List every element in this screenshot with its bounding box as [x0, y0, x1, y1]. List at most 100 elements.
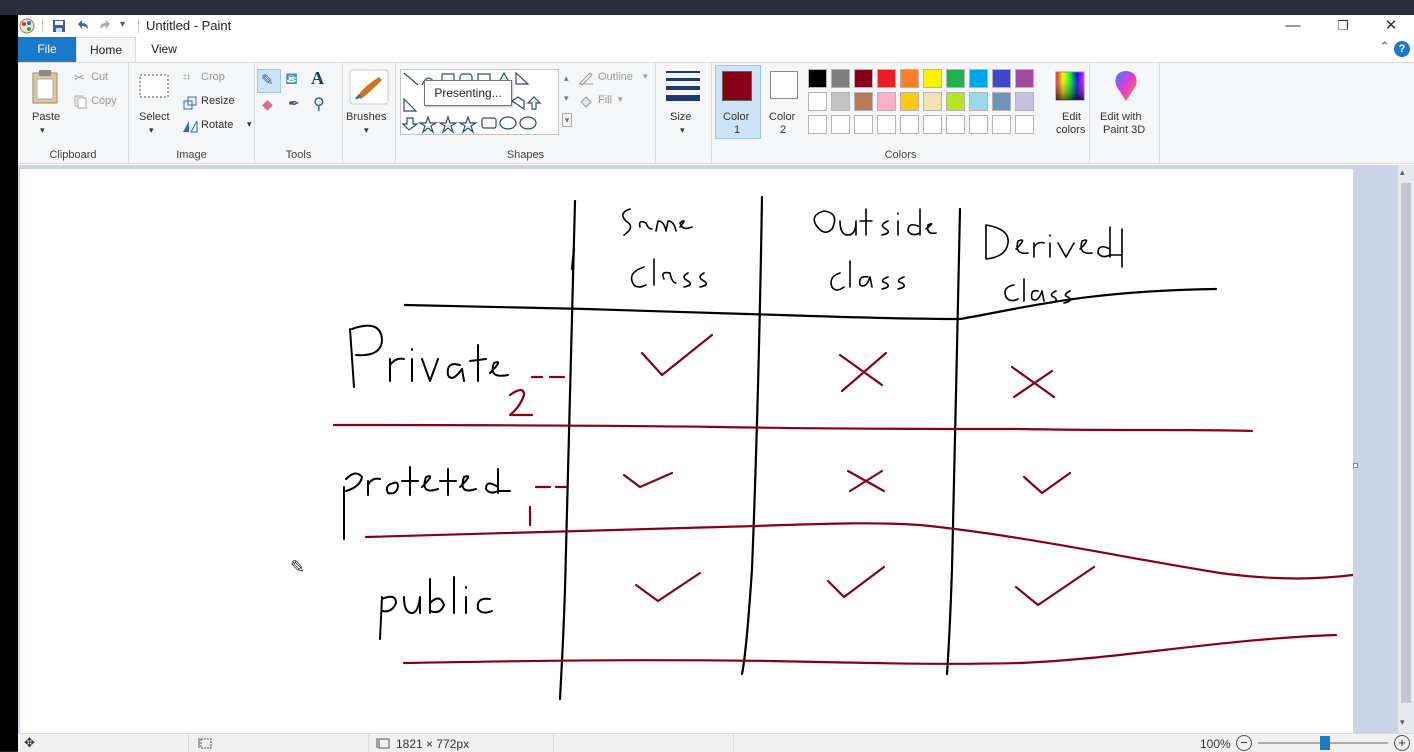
- paint-3d-label-2[interactable]: Paint 3D: [1103, 124, 1145, 136]
- palette-color-swatch[interactable]: [854, 92, 873, 111]
- text-tool-icon[interactable]: A: [311, 68, 324, 89]
- palette-color-swatch[interactable]: [992, 115, 1011, 134]
- palette-color-swatch[interactable]: [831, 69, 850, 88]
- edit-colors-icon[interactable]: [1055, 71, 1085, 101]
- palette-color-swatch[interactable]: [946, 69, 965, 88]
- palette-color-swatch[interactable]: [900, 115, 919, 134]
- tab-view[interactable]: View: [136, 37, 192, 62]
- palette-color-swatch[interactable]: [854, 115, 873, 134]
- brushes-dropdown-icon[interactable]: ▾: [364, 125, 369, 136]
- minimize-button[interactable]: —: [1270, 15, 1316, 37]
- paste-label[interactable]: Paste: [32, 111, 60, 123]
- tab-file[interactable]: File: [18, 37, 76, 62]
- shapes-scroll-down-icon[interactable]: ▾: [564, 93, 569, 104]
- resize-button[interactable]: Resize: [201, 95, 235, 107]
- close-button[interactable]: ✕: [1368, 15, 1414, 37]
- drawing-canvas[interactable]: [20, 169, 1358, 733]
- rotate-dropdown-icon[interactable]: ▾: [247, 119, 252, 130]
- divider: [368, 734, 369, 752]
- pencil-icon[interactable]: ✎: [261, 71, 274, 89]
- restore-button[interactable]: ❐: [1320, 15, 1366, 37]
- paste-icon[interactable]: [30, 69, 60, 105]
- size-icon[interactable]: [664, 69, 702, 103]
- undo-icon[interactable]: [74, 18, 90, 34]
- palette-color-swatch[interactable]: [808, 92, 827, 111]
- scroll-up-icon[interactable]: ▴: [1400, 167, 1405, 178]
- select-label[interactable]: Select: [139, 111, 170, 123]
- palette-color-swatch[interactable]: [923, 69, 942, 88]
- brushes-icon[interactable]: [349, 69, 389, 105]
- color1-swatch[interactable]: [722, 71, 752, 101]
- paint-3d-icon[interactable]: [1111, 69, 1141, 103]
- palette-color-swatch[interactable]: [854, 69, 873, 88]
- color2-number: 2: [780, 124, 787, 136]
- palette-color-swatch[interactable]: [808, 115, 827, 134]
- zoom-out-button[interactable]: −: [1236, 735, 1252, 751]
- palette-color-swatch[interactable]: [992, 92, 1011, 111]
- zoom-in-button[interactable]: +: [1394, 735, 1410, 751]
- brushes-label[interactable]: Brushes: [346, 111, 386, 123]
- zoom-slider-thumb[interactable]: [1320, 736, 1330, 750]
- tab-home[interactable]: Home: [76, 37, 136, 62]
- size-dropdown-icon[interactable]: ▾: [680, 125, 685, 136]
- cut-button[interactable]: Cut: [91, 71, 108, 83]
- help-icon[interactable]: ?: [1394, 41, 1410, 57]
- palette-color-swatch[interactable]: [969, 92, 988, 111]
- divider: [733, 734, 734, 752]
- palette-color-swatch[interactable]: [877, 92, 896, 111]
- palette-color-swatch[interactable]: [923, 92, 942, 111]
- paint-3d-label-1[interactable]: Edit with: [1100, 111, 1142, 123]
- shapes-expand-icon[interactable]: ▾: [562, 113, 572, 127]
- eraser-icon[interactable]: ◆: [262, 96, 273, 113]
- canvas-resize-handle[interactable]: [1353, 463, 1358, 468]
- collapse-ribbon-icon[interactable]: ⌃: [1379, 39, 1390, 55]
- canvas-workspace: ✎: [18, 165, 1398, 733]
- vertical-scrollbar[interactable]: ▴ ▾: [1398, 165, 1414, 733]
- redo-icon[interactable]: [98, 18, 114, 34]
- select-icon[interactable]: [138, 73, 170, 101]
- palette-color-swatch[interactable]: [969, 115, 988, 134]
- palette-color-swatch[interactable]: [831, 92, 850, 111]
- palette-color-swatch[interactable]: [992, 69, 1011, 88]
- palette-color-swatch[interactable]: [946, 92, 965, 111]
- palette-color-swatch[interactable]: [831, 115, 850, 134]
- palette-color-swatch[interactable]: [969, 69, 988, 88]
- palette-color-swatch[interactable]: [900, 92, 919, 111]
- table-grid-black: [403, 195, 1218, 701]
- copy-button[interactable]: Copy: [91, 95, 117, 107]
- edit-colors-label-1[interactable]: Edit: [1062, 111, 1081, 123]
- select-dropdown-icon[interactable]: ▾: [149, 125, 154, 136]
- shapes-scroll-up-icon[interactable]: ▴: [564, 73, 569, 84]
- palette-color-swatch[interactable]: [877, 115, 896, 134]
- scroll-down-icon[interactable]: ▾: [1400, 717, 1405, 728]
- color2-swatch[interactable]: [770, 71, 798, 99]
- divider: [553, 734, 554, 752]
- fill-dropdown-icon[interactable]: ▾: [618, 94, 623, 105]
- palette-color-swatch[interactable]: [808, 69, 827, 88]
- paint-app-icon[interactable]: [18, 17, 36, 35]
- rotate-button[interactable]: Rotate: [201, 119, 233, 131]
- save-icon[interactable]: [52, 19, 66, 33]
- outline-dropdown-icon[interactable]: ▾: [643, 71, 648, 82]
- palette-color-swatch[interactable]: [900, 69, 919, 88]
- palette-color-swatch[interactable]: [923, 115, 942, 134]
- color-picker-icon[interactable]: ✒: [288, 95, 300, 112]
- edit-colors-label-2[interactable]: colors: [1056, 124, 1085, 136]
- fill-bucket-icon[interactable]: ⛾: [285, 70, 298, 90]
- fill-button[interactable]: Fill: [598, 94, 612, 106]
- palette-color-swatch[interactable]: [1015, 69, 1034, 88]
- color2-label[interactable]: Color: [769, 111, 795, 123]
- outline-button[interactable]: Outline: [598, 71, 633, 83]
- paste-dropdown-icon[interactable]: ▾: [40, 125, 45, 136]
- palette-color-swatch[interactable]: [1015, 115, 1034, 134]
- magnifier-icon[interactable]: ⚲: [313, 94, 325, 114]
- crop-button[interactable]: Crop: [201, 71, 225, 83]
- divider: [188, 734, 189, 752]
- quick-access-dropdown-icon[interactable]: ▾: [120, 19, 125, 30]
- cursor-position-icon: ✥: [24, 735, 35, 750]
- palette-color-swatch[interactable]: [1015, 92, 1034, 111]
- vertical-scroll-thumb[interactable]: [1401, 183, 1411, 703]
- palette-color-swatch[interactable]: [877, 69, 896, 88]
- size-label[interactable]: Size: [670, 111, 691, 123]
- palette-color-swatch[interactable]: [946, 115, 965, 134]
